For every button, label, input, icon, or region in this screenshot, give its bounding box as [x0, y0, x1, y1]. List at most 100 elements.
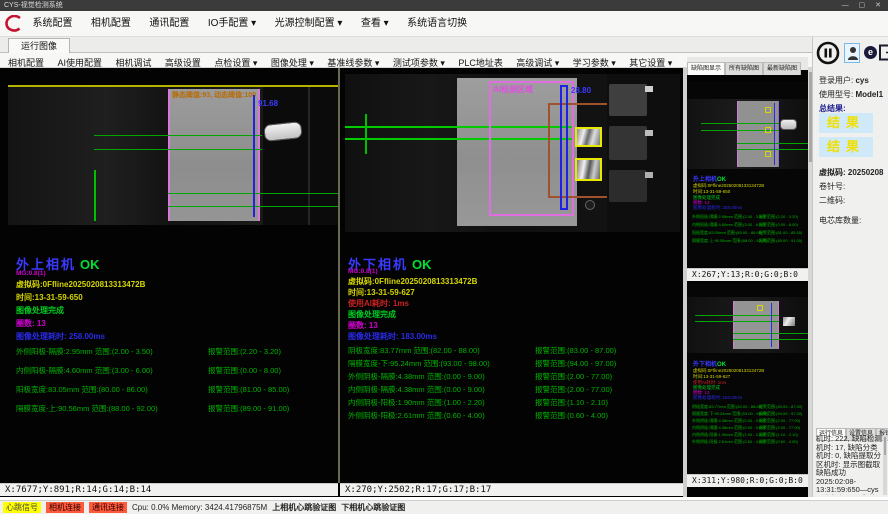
heartbeat-badge: 心跳信号: [3, 502, 41, 513]
thumb-alarm: 报警范围:(89.00 - 91.00): [759, 238, 802, 244]
close-button[interactable]: ✕: [871, 0, 885, 11]
thumb-meas: 内侧阴极-阳极:1.90mm 范围:(1.00 - 2.20): [692, 432, 765, 438]
thumb-defect-mark: [765, 107, 771, 113]
menu-view[interactable]: 查看 ▾: [361, 11, 389, 37]
blue-measure-label: 91.68: [258, 99, 278, 108]
screw-detail: [585, 200, 595, 210]
thumb1-image: [687, 99, 808, 169]
measure-line: [695, 315, 779, 316]
thumb-blue-line: [774, 103, 775, 165]
alarm-range: 报警范围:(0.00 - 8.00): [208, 365, 281, 376]
thumb1-coords: X:267;Y:13;R:0;G:0;B:0: [687, 268, 808, 281]
measurement-row: 内侧阴极-隔膜:4.38mm 范围:(0.00 - 9.00): [348, 384, 485, 395]
blue-measure-label: 28.80: [571, 86, 591, 95]
maximize-button[interactable]: ▢: [855, 0, 870, 11]
right-sidebar: e 登录用户: cys 使用型号: Model1 总结果: 结果 结果 虚拟码:…: [812, 37, 888, 497]
turns-line: 圈数: 13: [16, 318, 46, 329]
menu-language-switch[interactable]: 系统语言切换: [407, 11, 467, 37]
menu-camera-config[interactable]: 相机配置: [91, 11, 131, 37]
upper-camera-image[interactable]: 静态阈值:93, 动态阈值:100 91.68: [8, 85, 338, 225]
thumb-tab-defect-display[interactable]: 缺陷图显示: [687, 62, 725, 75]
alarm-range: 报警范围:(83.00 - 87.00): [535, 345, 616, 356]
turns-line: 圈数: 13: [348, 320, 378, 331]
vcode-value: 20250208: [848, 168, 884, 177]
alarm-range: 报警范围:(0.60 - 4.00): [535, 410, 608, 421]
menu-comm-config[interactable]: 通讯配置: [149, 11, 189, 37]
lower-camera-panel[interactable]: AI检测区域 28.80 外下相机O: [340, 68, 683, 483]
sidebar-toolbar: e: [816, 41, 886, 67]
main-view: 静态阈值:93, 动态阈值:100 91.68 外上相机OK MG:0.8(1)…: [0, 68, 813, 497]
thumb-meas: 阴极宽度:83.77mm 范围:(82.00 - 88.00): [692, 404, 762, 410]
measure-line: [94, 149, 262, 150]
barcode-line: 虚拟码:0Ffline2025020813313472B: [348, 276, 477, 287]
minimize-button[interactable]: —: [838, 0, 853, 11]
thumb-material-block: [737, 101, 779, 167]
camera-subtitle: MG:0.8(1): [16, 270, 46, 277]
ai-region-label: AI检测区域: [493, 84, 533, 95]
measure-line: [737, 149, 808, 150]
thumb-meas: 隔膜宽度-下:95.24mm 范围:(93.00 - 98.00): [692, 411, 768, 417]
measurement-row: 阳极宽度:83.05mm 范围:(80.00 - 86.00): [16, 384, 148, 395]
thumb-alarm: 报警范围:(83.00 - 87.00): [759, 404, 802, 410]
title-bar: CYS-视觉检测系统 — ▢ ✕: [0, 0, 888, 11]
menu-light-config[interactable]: 光源控制配置 ▾: [275, 11, 343, 37]
log-scrollbar-handle[interactable]: [884, 437, 886, 455]
machine-highlight: [645, 172, 653, 178]
threshold-overlay-text: 静态阈值:93, 动态阈值:100: [172, 90, 256, 100]
roi-brown-rect: [548, 103, 612, 198]
camera-ok-status: OK: [412, 257, 432, 272]
user-login-button[interactable]: [844, 43, 860, 63]
e-info-button[interactable]: e: [864, 46, 877, 59]
thumb2-image: [687, 297, 808, 353]
elapsed-line: 图像处理耗时: 258.00ms: [16, 331, 105, 342]
tab-row: 运行图像: [0, 37, 888, 53]
upper-camera-panel[interactable]: 静态阈值:93, 动态阈值:100 91.68 外上相机OK MG:0.8(1)…: [8, 68, 338, 483]
upper-camera-coords: X:7677;Y:891;R:14;G:14;B:14: [0, 483, 338, 496]
menu-system-config[interactable]: 系统配置: [32, 11, 72, 37]
lower-camera-heartbeat-link[interactable]: 下相机心跳验证图: [341, 502, 405, 513]
result-badge-upper: 结果: [819, 113, 873, 133]
measure-line: [94, 135, 262, 136]
thumb-tab-latest-defects[interactable]: 最新缺陷图: [763, 62, 801, 75]
time-line: 时间:13-31-59-627: [348, 287, 415, 298]
login-value: cys: [855, 76, 868, 85]
thumb-defect-mark: [765, 127, 771, 133]
defect-box: [575, 127, 602, 147]
tab-run-image[interactable]: 运行图像: [8, 38, 70, 53]
thumb-elapsed: 图像处理耗时: 258.00ms: [693, 205, 742, 211]
log-scrollbar[interactable]: [883, 435, 887, 495]
alarm-range: 报警范围:(94.00 - 97.00): [535, 358, 616, 369]
machine-block: [609, 84, 647, 116]
camera-subtitle: MG:0.8(1): [348, 268, 378, 275]
measurement-row: 内侧阴极-阳极:1.90mm 范围:(1.00 - 2.20): [348, 397, 485, 408]
thumb-defect-mark: [765, 151, 771, 157]
menu-io-config[interactable]: IO手配置 ▾: [208, 11, 256, 37]
process-done-line: 图像处理完成: [16, 305, 64, 316]
machine-block: [609, 126, 647, 160]
comm-connection-badge: 通讯连接: [89, 502, 127, 513]
defect-thumb-1[interactable]: 外上相机OK 虚拟码:0Ffline2025020813313472B 时间:1…: [687, 81, 808, 266]
measurement-row: 阴极宽度:83.77mm 范围:(82.00 - 88.00): [348, 345, 480, 356]
measure-vline: [94, 170, 96, 221]
measure-line: [737, 143, 808, 144]
time-line: 时间:13-31-59-650: [16, 292, 83, 303]
measurement-row: 外侧阴极-阳极:2.61mm 范围:(0.60 - 4.00): [348, 410, 485, 421]
info-tab-bar: 运行信息设置信息报错信息: [816, 422, 886, 434]
pause-button[interactable]: [816, 41, 840, 70]
thumb-alarm: 报警范围:(81.00 - 85.00): [759, 230, 802, 236]
exit-button[interactable]: [879, 44, 888, 66]
lower-camera-image[interactable]: AI检测区域 28.80: [345, 74, 680, 232]
alarm-range: 报警范围:(2.00 - 77.00): [535, 384, 612, 395]
thumb-tab-all-defects[interactable]: 所有缺陷图: [725, 62, 763, 75]
app-window: CYS-视觉检测系统 — ▢ ✕ 系统配置 相机配置 通讯配置 IO手配置 ▾ …: [0, 0, 888, 522]
measurement-row: 隔膜宽度-上:90.56mm 范围:(88.00 - 92.00): [16, 403, 158, 414]
defect-thumb-2[interactable]: 外下相机OK 虚拟码:0Ffline2025020813313472B 时间:1…: [687, 283, 808, 474]
ai-time-line: 使用AI耗时: 1ms: [348, 298, 409, 309]
thumb-alarm: 报警范围:(94.00 - 97.00): [759, 411, 802, 417]
thumb-meas: 隔膜宽度-上:90.56mm 范围:(88.00 - 92.00): [692, 238, 768, 244]
thumb-alarm: 报警范围:(0.00 - 8.00): [759, 222, 798, 228]
virtual-code-label: 虚拟码: 20250208: [819, 167, 884, 178]
upper-camera-heartbeat-link[interactable]: 上相机心跳验证图: [272, 502, 336, 513]
measure-vline: [365, 114, 367, 154]
alarm-range: 报警范围:(81.00 - 85.00): [208, 384, 289, 395]
